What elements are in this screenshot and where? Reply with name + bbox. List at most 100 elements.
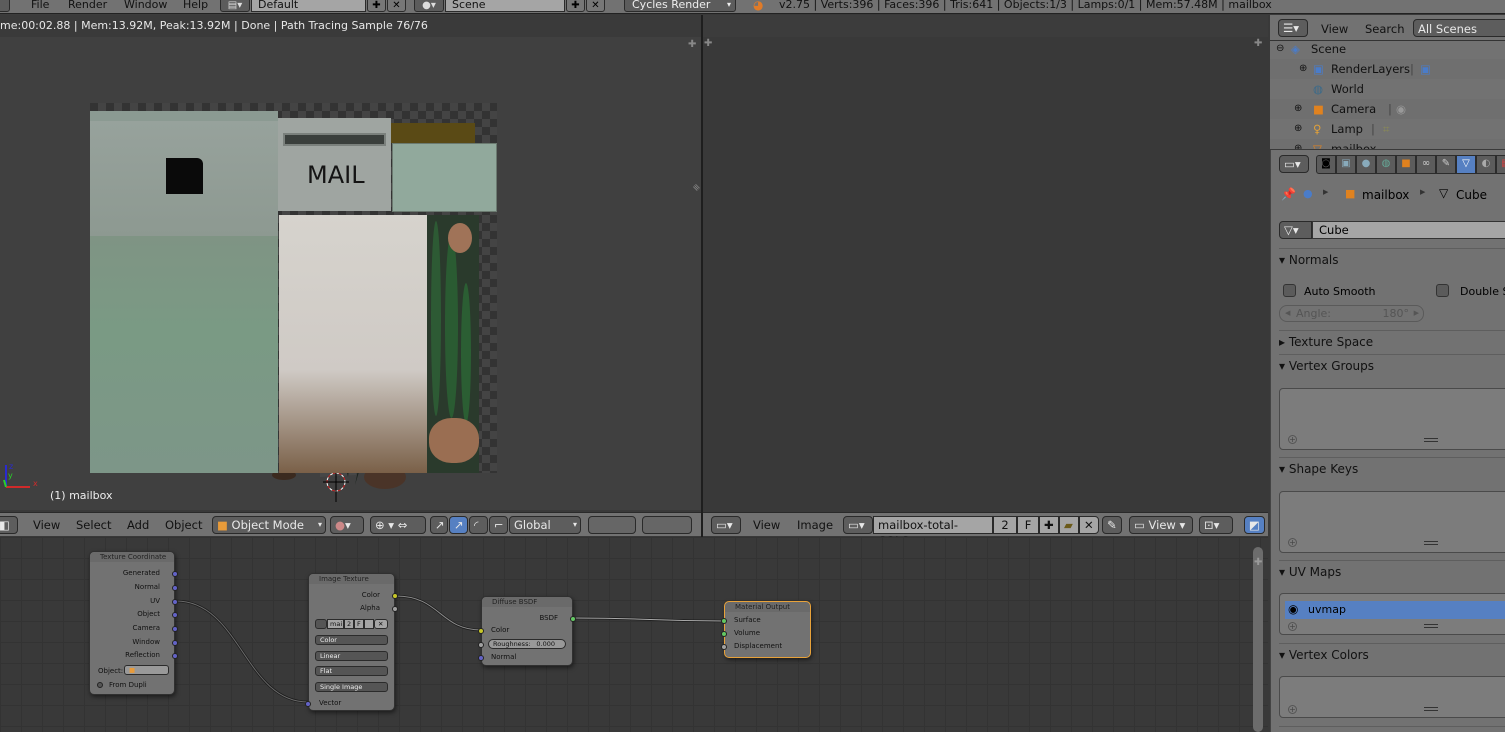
socket-vector[interactable]: [305, 701, 311, 707]
socket-object[interactable]: [172, 612, 178, 618]
lamp-data-icon[interactable]: ⌗: [1383, 119, 1389, 139]
pivot-dropdown[interactable]: ⊡▾: [1199, 516, 1233, 534]
panel-vertex-groups[interactable]: ▾ Vertex Groups: [1279, 359, 1374, 373]
texture-image[interactable]: MAIL: [90, 103, 497, 473]
outliner-item-camera[interactable]: ⊕ ■ Camera | ◉: [1270, 99, 1505, 119]
add-region-icon[interactable]: ✚: [704, 38, 712, 49]
uv-display-toggle-icon[interactable]: ◩: [1244, 516, 1265, 534]
mode-dropdown[interactable]: ■ Object Mode ▾: [212, 516, 326, 534]
menu-view[interactable]: View: [33, 518, 60, 532]
node-editor-scrollbar[interactable]: [1253, 547, 1263, 732]
scene-field[interactable]: Scene: [445, 0, 565, 12]
texture-coordinate-node[interactable]: Texture Coordinate Generated Normal UV O…: [89, 551, 178, 695]
outliner-item-lamp[interactable]: ⊕ ♀ Lamp | ⌗: [1270, 119, 1505, 139]
layer-buttons-1[interactable]: [588, 516, 636, 534]
auto-smooth-checkbox[interactable]: [1283, 284, 1296, 297]
image-browse-icon[interactable]: [315, 619, 327, 629]
socket-alpha[interactable]: [392, 606, 398, 612]
view-mode-dropdown[interactable]: ▭ View ▾: [1129, 516, 1193, 534]
socket-generated[interactable]: [172, 571, 178, 577]
outliner-item-mailbox[interactable]: ⊕ ▽ mailbox: [1270, 139, 1505, 149]
outliner[interactable]: ⊖ ◈ Scene ⊕ ▣ RenderLayers | ▣ ◍ World ⊕…: [1270, 41, 1505, 149]
socket-reflection[interactable]: [172, 653, 178, 659]
socket-uv[interactable]: [172, 599, 178, 605]
tab-render-layers[interactable]: ▣: [1336, 155, 1356, 174]
mesh-name-field[interactable]: Cube: [1312, 221, 1505, 239]
tab-material[interactable]: ◐: [1476, 155, 1496, 174]
tab-modifiers[interactable]: ✎: [1436, 155, 1456, 174]
menu-help[interactable]: Help: [183, 0, 208, 11]
socket-color[interactable]: [392, 593, 398, 599]
panel-uv-maps[interactable]: ▾ UV Maps: [1279, 565, 1341, 579]
resize-grip[interactable]: [1424, 541, 1438, 545]
rotate-manipulator-icon[interactable]: ◜: [469, 516, 488, 534]
properties-editor[interactable]: ▭▾ ◙ ▣ ● ◍ ■ ∞ ✎ ▽ ◐ ▦ 📌 ● ▶ ■ mailbox ▶…: [1270, 150, 1505, 732]
image-users-count[interactable]: 2: [993, 516, 1017, 534]
node-editor[interactable]: Texture Coordinate Generated Normal UV O…: [0, 537, 1268, 732]
menu-window[interactable]: Window: [124, 0, 167, 11]
image-texture-node[interactable]: Image Texture Color Alpha mai 2 F ✕ Colo…: [305, 573, 398, 711]
image-users-count[interactable]: 2: [344, 619, 354, 629]
resize-grip[interactable]: [1424, 624, 1438, 628]
socket-color-in[interactable]: [478, 628, 484, 634]
uv-maps-list[interactable]: ◉ uvmap +: [1279, 593, 1505, 635]
image-name-field[interactable]: mailbox-total-COLO...: [873, 516, 993, 548]
tab-scene[interactable]: ●: [1356, 155, 1376, 174]
new-image-button[interactable]: ✚: [1039, 516, 1059, 534]
pin-icon[interactable]: ✎: [1102, 516, 1122, 534]
add-icon[interactable]: +: [1288, 622, 1297, 631]
tab-object[interactable]: ■: [1396, 155, 1416, 174]
screen-layout-field[interactable]: Default: [251, 0, 366, 12]
layer-buttons-2[interactable]: [642, 516, 692, 534]
add-scene-button[interactable]: ✚: [566, 0, 585, 12]
mesh-browse-button[interactable]: ▽▾: [1279, 221, 1312, 239]
expand-icon[interactable]: ⊕: [1294, 139, 1302, 149]
editor-type-button[interactable]: ▭▾: [711, 516, 741, 534]
projection-dropdown[interactable]: Flat: [315, 666, 388, 676]
fake-user-toggle[interactable]: F: [354, 619, 364, 629]
menu-search[interactable]: Search: [1365, 22, 1405, 36]
socket-roughness[interactable]: [478, 642, 484, 648]
remove-scene-button[interactable]: ✕: [586, 0, 605, 12]
outliner-item-renderlayers[interactable]: ⊕ ▣ RenderLayers | ▣: [1270, 59, 1505, 79]
socket-window[interactable]: [172, 640, 178, 646]
add-icon[interactable]: +: [1288, 435, 1297, 444]
tab-render[interactable]: ◙: [1316, 155, 1336, 174]
expand-icon[interactable]: ⊕: [1294, 99, 1302, 119]
scale-manipulator-icon[interactable]: ⌐: [489, 516, 508, 534]
image-name-field[interactable]: mai: [327, 619, 344, 629]
angle-slider[interactable]: ◀ Angle: 180° ▶: [1279, 305, 1424, 322]
orientation-dropdown[interactable]: Global ▾: [509, 516, 581, 534]
area-divider[interactable]: [701, 15, 703, 537]
outliner-item-world[interactable]: ◍ World: [1270, 79, 1505, 99]
outliner-item-scene[interactable]: ⊖ ◈ Scene: [1270, 41, 1505, 59]
unlink-image-icon[interactable]: ✕: [374, 619, 388, 629]
add-region-icon[interactable]: ✚: [1254, 38, 1262, 49]
menu-view[interactable]: View: [1321, 22, 1348, 36]
socket-bsdf[interactable]: [570, 616, 576, 622]
diffuse-bsdf-node[interactable]: Diffuse BSDF BSDF Color Roughness: 0.000 …: [478, 596, 576, 666]
menu-render[interactable]: Render: [68, 0, 107, 11]
tab-texture[interactable]: ▦: [1496, 155, 1505, 174]
pin-icon[interactable]: 📌: [1281, 187, 1296, 201]
menu-image[interactable]: Image: [797, 518, 833, 532]
interpolation-dropdown[interactable]: Linear: [315, 651, 388, 661]
pivot-dropdown[interactable]: ⊕ ▾ ⇔: [370, 516, 426, 534]
camera-data-icon[interactable]: ◉: [1396, 99, 1406, 119]
tab-mesh-data[interactable]: ▽: [1456, 155, 1476, 174]
vertex-groups-list[interactable]: +: [1279, 388, 1505, 450]
panel-normals[interactable]: ▾ Normals: [1279, 253, 1339, 267]
screen-layout-icon[interactable]: ▤▾: [220, 0, 250, 12]
material-output-node[interactable]: Material Output Surface Volume Displacem…: [721, 601, 811, 658]
expand-icon[interactable]: ⊕: [1294, 119, 1302, 139]
roughness-slider[interactable]: Roughness: 0.000: [488, 639, 566, 649]
tab-constraints[interactable]: ∞: [1416, 155, 1436, 174]
vertex-colors-list[interactable]: +: [1279, 676, 1505, 718]
shading-dropdown[interactable]: ●▾: [330, 516, 364, 534]
remove-screen-button[interactable]: ✕: [387, 0, 406, 12]
socket-volume[interactable]: [721, 631, 727, 637]
from-dupli-checkbox[interactable]: [97, 682, 103, 688]
add-region-icon[interactable]: ✚: [688, 39, 696, 50]
source-dropdown[interactable]: Single Image: [315, 682, 388, 692]
double-sided-checkbox[interactable]: [1436, 284, 1449, 297]
